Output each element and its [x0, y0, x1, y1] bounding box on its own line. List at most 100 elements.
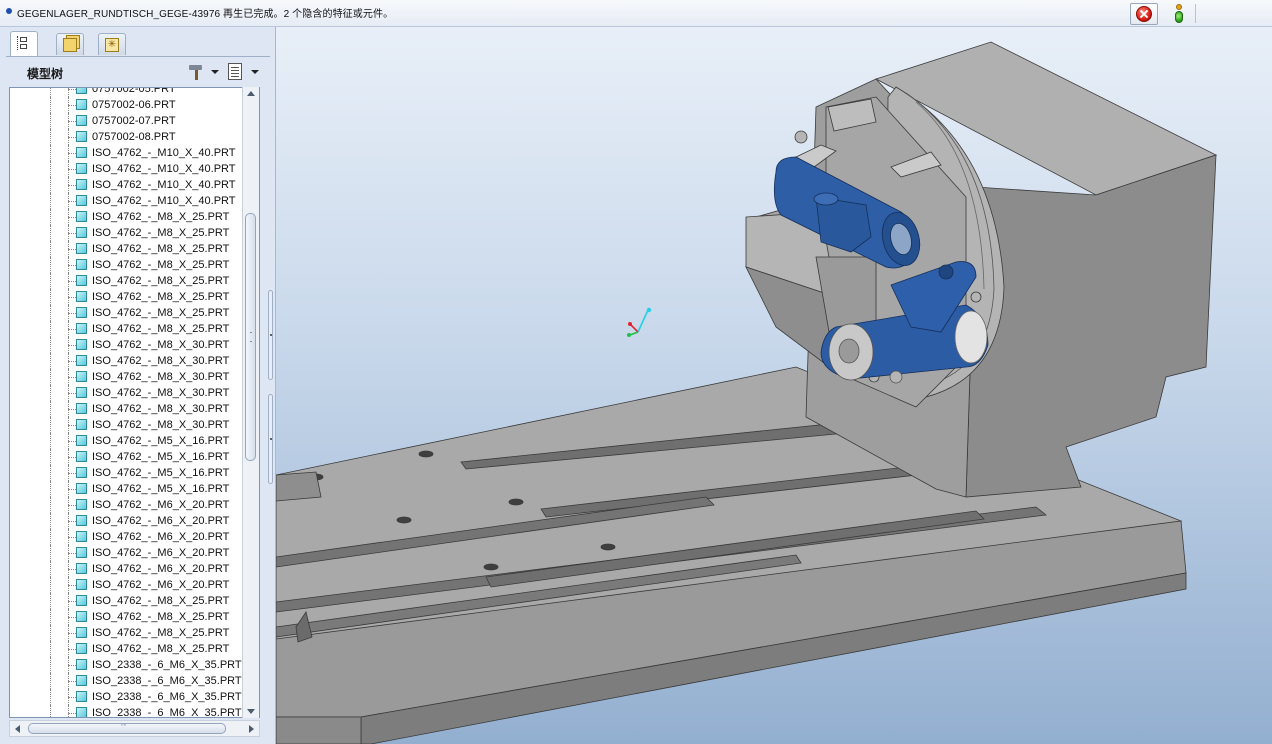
- tree-item[interactable]: ISO_2338_-_6_M6_X_35.PRT: [10, 689, 245, 705]
- tree-item[interactable]: ISO_4762_-_M8_X_30.PRT: [10, 369, 245, 385]
- tree-item[interactable]: ISO_4762_-_M8_X_30.PRT: [10, 337, 245, 353]
- tree-line: [68, 489, 76, 491]
- tree-line: [50, 289, 52, 305]
- tree-item[interactable]: ISO_4762_-_M8_X_25.PRT: [10, 241, 245, 257]
- tree-item-label: ISO_4762_-_M8_X_25.PRT: [92, 611, 230, 623]
- part-icon: [76, 595, 87, 606]
- stop-icon: [1136, 6, 1152, 22]
- message-bar: GEGENLAGER_RUNDTISCH_GEGE-43976 再生已完成。2 …: [0, 0, 1272, 27]
- part-icon: [76, 387, 87, 398]
- tree-item[interactable]: ISO_4762_-_M8_X_25.PRT: [10, 625, 245, 641]
- tree-show-button[interactable]: [228, 63, 262, 81]
- tree-horizontal-scrollbar[interactable]: [9, 720, 260, 737]
- splitter-grip-bottom[interactable]: [268, 394, 273, 484]
- tree-item[interactable]: 0757002-05.PRT: [10, 88, 245, 97]
- tree-item[interactable]: ISO_4762_-_M10_X_40.PRT: [10, 145, 245, 161]
- tree-item[interactable]: ISO_4762_-_M6_X_20.PRT: [10, 545, 245, 561]
- tab-model-tree[interactable]: [10, 31, 38, 56]
- tree-item[interactable]: 0757002-08.PRT: [10, 129, 245, 145]
- scroll-left-arrow-icon[interactable]: [15, 725, 20, 733]
- tree-item[interactable]: ISO_4762_-_M6_X_20.PRT: [10, 497, 245, 513]
- scroll-down-arrow-icon[interactable]: [247, 709, 255, 714]
- tree-item[interactable]: ISO_4762_-_M8_X_25.PRT: [10, 321, 245, 337]
- tree-item-label: 0757002-08.PRT: [92, 131, 176, 143]
- part-icon: [76, 643, 87, 654]
- scroll-up-arrow-icon[interactable]: [247, 91, 255, 96]
- tree-item[interactable]: ISO_4762_-_M5_X_16.PRT: [10, 433, 245, 449]
- tree-item[interactable]: ISO_4762_-_M5_X_16.PRT: [10, 449, 245, 465]
- scroll-right-arrow-icon[interactable]: [249, 725, 254, 733]
- part-icon: [76, 531, 87, 542]
- tree-item[interactable]: ISO_4762_-_M5_X_16.PRT: [10, 481, 245, 497]
- tree-item[interactable]: ISO_4762_-_M8_X_25.PRT: [10, 289, 245, 305]
- tree-item[interactable]: ISO_4762_-_M10_X_40.PRT: [10, 161, 245, 177]
- tree-item[interactable]: ISO_4762_-_M10_X_40.PRT: [10, 193, 245, 209]
- model-tree-header: 模型树: [0, 59, 276, 85]
- tree-item[interactable]: ISO_4762_-_M8_X_25.PRT: [10, 305, 245, 321]
- stop-regeneration-button[interactable]: [1130, 3, 1158, 25]
- tree-line: [68, 201, 76, 203]
- part-icon: [76, 627, 87, 638]
- coordinate-triad-icon: [627, 307, 652, 337]
- tree-item-label: ISO_4762_-_M8_X_30.PRT: [92, 403, 230, 415]
- tree-item[interactable]: ISO_4762_-_M8_X_30.PRT: [10, 417, 245, 433]
- part-icon: [76, 371, 87, 382]
- tree-line: [50, 353, 52, 369]
- tree-line: [50, 225, 52, 241]
- tree-item[interactable]: ISO_4762_-_M8_X_25.PRT: [10, 225, 245, 241]
- tree-settings-button[interactable]: [188, 63, 222, 81]
- tree-line: [68, 425, 76, 427]
- regeneration-status-icon[interactable]: [1172, 4, 1186, 24]
- scroll-thumb[interactable]: [245, 213, 256, 461]
- tree-item[interactable]: ISO_4762_-_M6_X_20.PRT: [10, 529, 245, 545]
- tree-item-label: ISO_4762_-_M8_X_30.PRT: [92, 339, 230, 351]
- tree-item[interactable]: ISO_4762_-_M6_X_20.PRT: [10, 513, 245, 529]
- tree-item[interactable]: ISO_4762_-_M5_X_16.PRT: [10, 465, 245, 481]
- tree-line: [50, 417, 52, 433]
- part-icon: [76, 195, 87, 206]
- tree-line: [68, 121, 76, 123]
- tree-item[interactable]: ISO_2338_-_6_M6_X_35.PRT: [10, 673, 245, 689]
- navigator-splitter[interactable]: [266, 290, 276, 490]
- tree-line: [68, 297, 76, 299]
- tree-item[interactable]: 0757002-06.PRT: [10, 97, 245, 113]
- tree-line: [68, 105, 76, 107]
- graphics-window[interactable]: [276, 27, 1272, 744]
- tree-item[interactable]: ISO_4762_-_M8_X_25.PRT: [10, 593, 245, 609]
- tree-line: [68, 633, 76, 635]
- tab-folder-browser[interactable]: [56, 33, 84, 55]
- splitter-grip-top[interactable]: [268, 290, 273, 380]
- toolbar-separator: [1195, 4, 1196, 23]
- tree-item[interactable]: ISO_4762_-_M6_X_20.PRT: [10, 561, 245, 577]
- hscroll-thumb[interactable]: [28, 720, 226, 734]
- tree-item[interactable]: 0757002-07.PRT: [10, 113, 245, 129]
- tree-item[interactable]: ISO_4762_-_M10_X_40.PRT: [10, 177, 245, 193]
- part-icon: [76, 163, 87, 174]
- tree-item[interactable]: ISO_4762_-_M8_X_25.PRT: [10, 609, 245, 625]
- tree-line: [50, 161, 52, 177]
- tree-vertical-scrollbar[interactable]: [242, 87, 259, 718]
- tree-item[interactable]: ISO_4762_-_M8_X_25.PRT: [10, 273, 245, 289]
- tree-item[interactable]: ISO_4762_-_M6_X_20.PRT: [10, 577, 245, 593]
- chevron-down-icon: [251, 70, 259, 74]
- tree-item[interactable]: ISO_4762_-_M8_X_30.PRT: [10, 385, 245, 401]
- tree-line: [68, 233, 76, 235]
- tree-item[interactable]: ISO_4762_-_M8_X_25.PRT: [10, 641, 245, 657]
- tree-line: [50, 641, 52, 657]
- tree-line: [68, 89, 76, 91]
- tree-item[interactable]: ISO_4762_-_M8_X_30.PRT: [10, 401, 245, 417]
- tree-item[interactable]: ISO_4762_-_M8_X_30.PRT: [10, 353, 245, 369]
- tree-line: [68, 217, 76, 219]
- tree-item[interactable]: ISO_4762_-_M8_X_25.PRT: [10, 257, 245, 273]
- tree-item-label: ISO_4762_-_M10_X_40.PRT: [92, 195, 236, 207]
- tree-line: [50, 88, 52, 97]
- tree-item-label: ISO_4762_-_M8_X_25.PRT: [92, 211, 230, 223]
- tab-favorites[interactable]: ✳: [98, 33, 126, 55]
- tree-item[interactable]: ISO_4762_-_M8_X_25.PRT: [10, 209, 245, 225]
- tree-line: [50, 337, 52, 353]
- model-viewport[interactable]: [276, 27, 1272, 744]
- tree-item[interactable]: ISO_2338_-_6_M6_X_35.PRT: [10, 705, 245, 717]
- tree-item-label: ISO_4762_-_M6_X_20.PRT: [92, 547, 230, 559]
- tree-line: [50, 193, 52, 209]
- tree-item[interactable]: ISO_2338_-_6_M6_X_35.PRT: [10, 657, 245, 673]
